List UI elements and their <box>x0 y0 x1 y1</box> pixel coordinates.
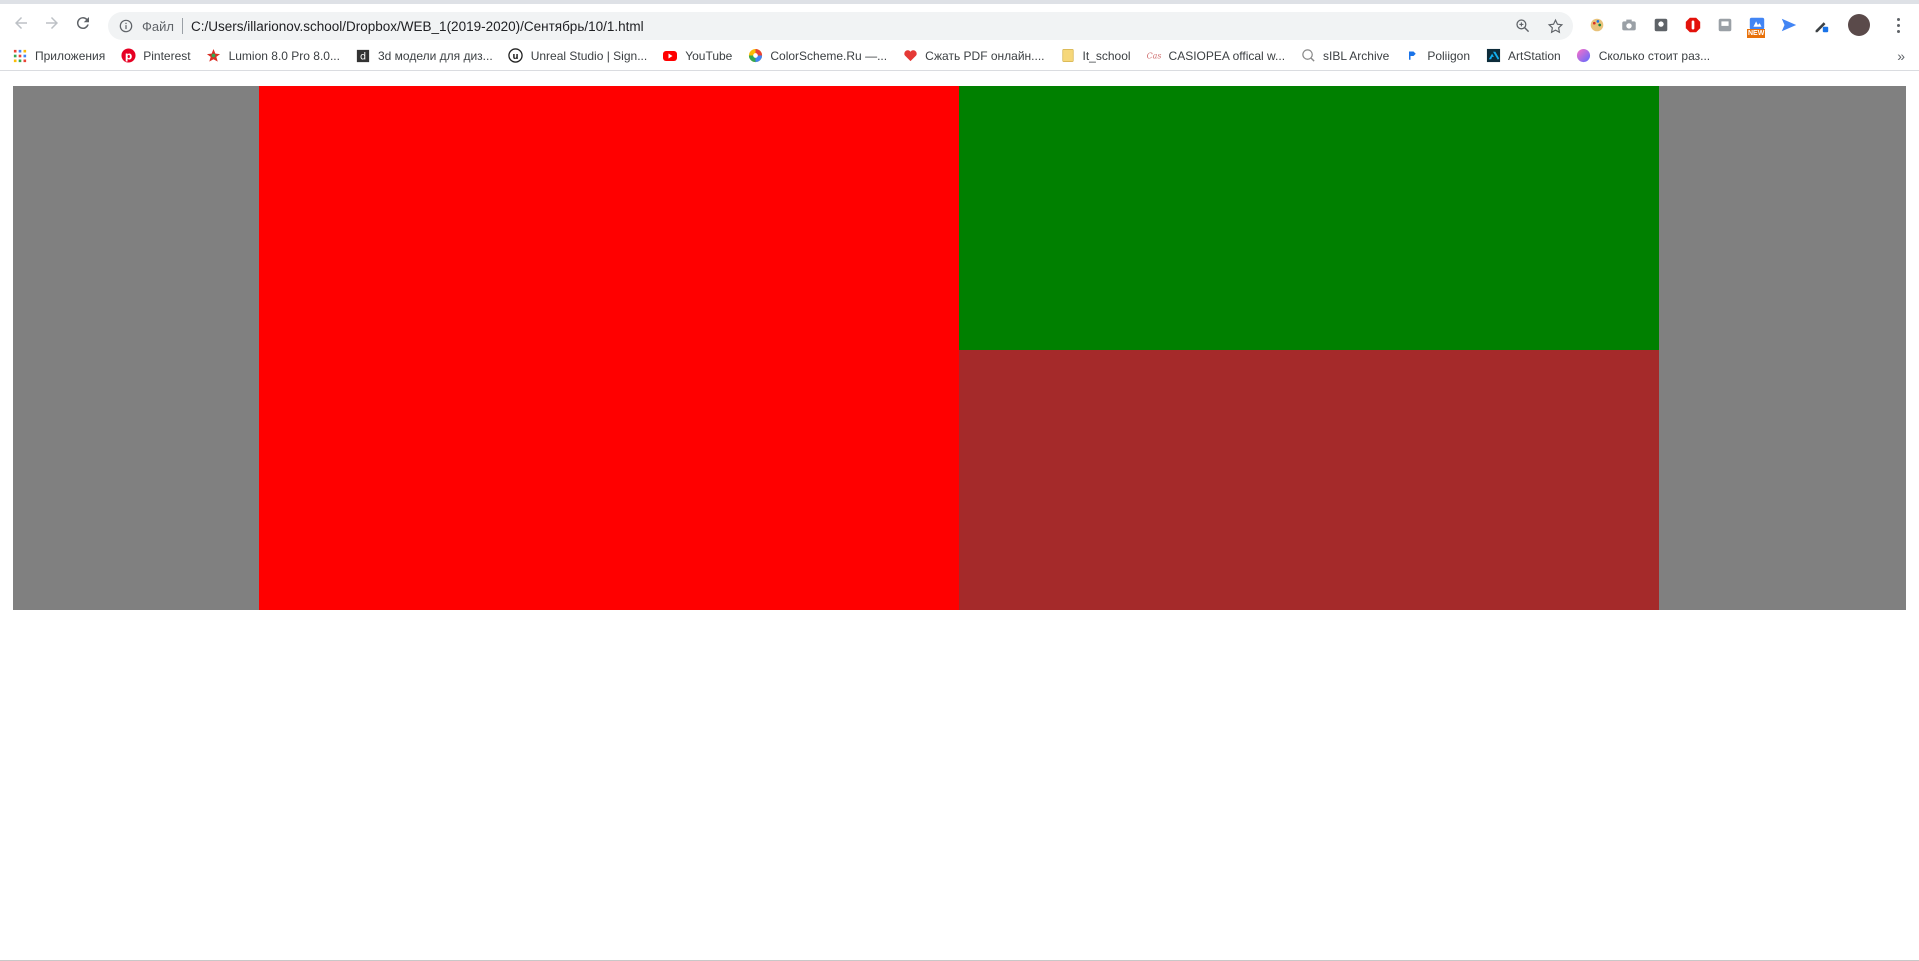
bookmark-poliigon[interactable]: Poliigon <box>1404 48 1470 64</box>
address-url[interactable]: C:/Users/illarionov.school/Dropbox/WEB_1… <box>191 19 644 34</box>
poliigon-icon <box>1404 48 1420 64</box>
layout-wrapper <box>13 86 1906 610</box>
bookmark-label: Сжать PDF онлайн.... <box>925 48 1045 63</box>
shield-extension-icon[interactable] <box>1650 14 1672 36</box>
pen-tool-icon[interactable] <box>1810 14 1832 36</box>
gray-left-column <box>13 86 259 610</box>
bookmark-3d-models[interactable]: d 3d модели для диз... <box>355 48 493 64</box>
bookmark-compress-pdf[interactable]: Сжать PDF онлайн.... <box>902 48 1045 64</box>
bookmark-cost[interactable]: Сколько стоит раз... <box>1576 48 1710 64</box>
3d-models-icon: d <box>355 48 371 64</box>
svg-text:Cas: Cas <box>1146 51 1161 60</box>
address-bar[interactable]: Файл C:/Users/illarionov.school/Dropbox/… <box>108 12 1573 40</box>
send-icon[interactable] <box>1778 14 1800 36</box>
bookmark-star-icon[interactable] <box>1545 16 1565 36</box>
colorscheme-icon <box>747 48 763 64</box>
bookmark-label: ColorScheme.Ru —... <box>770 48 888 63</box>
bookmark-artstation[interactable]: ArtStation <box>1485 48 1561 64</box>
casiopea-icon: Cas <box>1146 48 1162 64</box>
artstation-icon <box>1485 48 1501 64</box>
back-arrow-icon <box>15 16 27 29</box>
profile-avatar[interactable] <box>1848 14 1870 36</box>
reload-button[interactable] <box>69 9 97 37</box>
bookmark-label: YouTube <box>685 48 733 63</box>
adblock-icon[interactable] <box>1682 14 1704 36</box>
forward-arrow-icon <box>46 16 58 29</box>
youtube-icon <box>662 48 678 64</box>
bookmark-label: ArtStation <box>1508 48 1561 63</box>
bookmark-youtube[interactable]: YouTube <box>662 48 732 64</box>
bookmark-label: Сколько стоит раз... <box>1598 48 1711 63</box>
camera-icon[interactable] <box>1618 14 1640 36</box>
bookmark-label: CASIOPEA offical w... <box>1168 48 1286 63</box>
bookmark-sibl-archive[interactable]: sIBL Archive <box>1300 48 1389 64</box>
circle-gradient-icon <box>1576 48 1592 64</box>
bookmark-label: It_school <box>1082 48 1131 63</box>
reload-icon <box>76 16 89 29</box>
bookmark-lumion[interactable]: Lumion 8.0 Pro 8.0... <box>206 48 340 64</box>
address-bar-actions <box>1513 16 1565 36</box>
tray-icon[interactable] <box>1714 14 1736 36</box>
heart-pdf-icon <box>902 48 918 64</box>
address-separator <box>181 18 183 34</box>
gray-right-column <box>1659 86 1906 610</box>
unreal-icon: u <box>508 48 524 64</box>
zoom-icon[interactable] <box>1513 16 1533 36</box>
red-block <box>259 86 959 610</box>
browser-toolbar: Файл C:/Users/illarionov.school/Dropbox/… <box>0 0 1919 41</box>
bookmark-colorscheme[interactable]: ColorScheme.Ru —... <box>747 48 887 64</box>
brown-block <box>959 350 1659 610</box>
new-badge: NEW <box>1747 29 1766 38</box>
bookmark-label: 3d модели для диз... <box>377 48 493 63</box>
bookmark-label: Unreal Studio | Sign... <box>530 48 648 63</box>
svg-text:u: u <box>513 51 519 61</box>
folder-icon <box>1060 48 1076 64</box>
bookmarks-bar: Приложения p Pinterest Lumion 8.0 Pro 8.… <box>0 41 1919 71</box>
bookmark-label: Pinterest <box>143 48 191 63</box>
bookmark-label: Poliigon <box>1427 48 1471 63</box>
bookmark-label: Приложения <box>35 48 106 63</box>
new-badge-icon[interactable]: NEW <box>1746 14 1768 38</box>
pinterest-icon: p <box>120 48 136 64</box>
bookmark-apps[interactable]: Приложения <box>12 48 105 64</box>
green-block <box>959 86 1659 350</box>
apps-grid-icon <box>12 48 28 64</box>
extensions-area: NEW <box>1586 14 1908 38</box>
browser-menu-icon[interactable] <box>1888 14 1908 36</box>
back-button[interactable] <box>7 9 35 37</box>
info-icon[interactable] <box>118 18 134 34</box>
svg-text:d: d <box>360 51 366 62</box>
forward-button[interactable] <box>38 9 66 37</box>
address-scheme: Файл <box>142 18 174 34</box>
bookmark-casiopea[interactable]: Cas CASIOPEA offical w... <box>1146 48 1286 64</box>
bookmark-unreal[interactable]: u Unreal Studio | Sign... <box>508 48 648 64</box>
bookmark-label: Lumion 8.0 Pro 8.0... <box>228 48 340 63</box>
sibl-icon <box>1300 48 1316 64</box>
svg-text:p: p <box>125 50 132 62</box>
bookmark-pinterest[interactable]: p Pinterest <box>120 48 191 64</box>
bookmark-it-school[interactable]: It_school <box>1060 48 1131 64</box>
bookmark-label: sIBL Archive <box>1323 48 1390 63</box>
chevron-more-icon[interactable]: » <box>1897 48 1905 64</box>
lumion-icon <box>206 48 222 64</box>
page-viewport <box>0 72 1919 961</box>
color-picker-icon[interactable] <box>1586 14 1608 36</box>
